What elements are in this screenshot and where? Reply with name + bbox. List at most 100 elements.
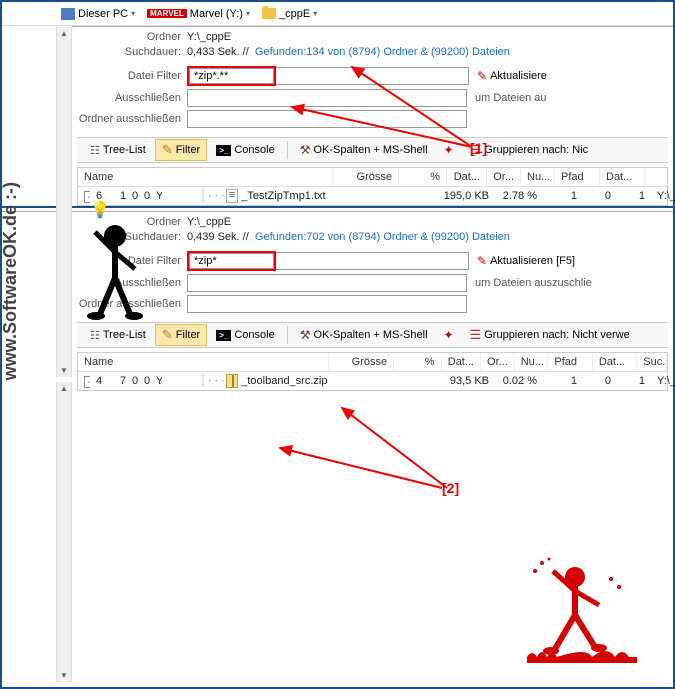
toolbar-1: ☷Tree-List ✎Filter >_Console ⚒OK-Spalten… (77, 137, 668, 163)
gruppieren-button[interactable]: ☰Gruppieren nach: Nicht verwe (463, 324, 637, 346)
col-pfad[interactable]: Pfad (555, 168, 600, 186)
scroll-down-icon[interactable]: ▼ (58, 364, 70, 377)
filter-highlight (187, 66, 276, 86)
scrollbar-vertical[interactable]: ▲ ▼ (56, 27, 72, 377)
ordner-value: Y:\_cppE (187, 31, 231, 43)
col-size[interactable]: Grösse (329, 353, 394, 371)
filter-input-rest[interactable] (276, 67, 469, 85)
gefunden-link[interactable]: Gefunden:134 von (8794) Ordner & (99200)… (255, 46, 510, 58)
gruppieren-button[interactable]: ☰Gruppieren nach: Nic (463, 139, 596, 161)
col-dat[interactable]: Dat... (442, 353, 482, 371)
group-icon: ☰ (470, 142, 482, 158)
toolbar-2: ☷Tree-List ✎Filter >_Console ⚒OK-Spalten… (77, 322, 668, 348)
filter-input[interactable] (189, 68, 274, 84)
side-text: um Dateien auszuschlie (475, 277, 592, 289)
treelist-button[interactable]: ☷Tree-List (83, 326, 153, 345)
txt-file-icon (226, 189, 238, 203)
filter-highlight (187, 251, 276, 271)
scroll-up-icon[interactable]: ▲ (58, 27, 70, 40)
table-row-root[interactable]: − Y:\_cppE\ 489,0 MB702 00Y:\_c...Find..… (78, 372, 667, 390)
file-table-1: Name Grösse % Dat... Or... Nu... Pfad Da… (77, 167, 668, 206)
table-row[interactable]: ┊···_toolband_src.zip 93,5 KB0.02 %1 01Y… (174, 372, 675, 390)
tree-icon: ☷ (90, 329, 100, 342)
col-nu[interactable]: Nu... (521, 168, 555, 186)
console-icon: >_ (216, 145, 231, 156)
gear-icon: ✦ (444, 143, 454, 157)
settings-button[interactable]: ✦ (437, 140, 461, 160)
file-table-2: Name Grösse % Dat... Or... Nu... Pfad Da… (77, 352, 668, 391)
col-name[interactable]: Name (78, 168, 333, 186)
suchdauer-value: 0,439 Sek. // (187, 231, 249, 243)
refresh-button[interactable]: ✎Aktualisiere (477, 69, 547, 83)
filter-button[interactable]: ✎Filter (155, 324, 207, 346)
filter-input-rest[interactable] (276, 252, 469, 270)
filter-input[interactable] (189, 253, 274, 269)
filter-button[interactable]: ✎Filter (155, 139, 207, 161)
annotation-2: [2] (442, 480, 459, 496)
gefunden-link[interactable]: Gefunden:702 von (8794) Ordner & (99200)… (255, 231, 510, 243)
col-pfad[interactable]: Pfad (548, 353, 592, 371)
ordner-aus-label: Ordner ausschließen (72, 113, 187, 125)
pane-1: OrdnerY:\_cppE Suchdauer:0,433 Sek. // G… (72, 26, 673, 206)
col-nu[interactable]: Nu... (515, 353, 549, 371)
exclude-input[interactable] (187, 89, 467, 107)
console-button[interactable]: >_Console (209, 326, 281, 344)
folder-exclude-input[interactable] (187, 110, 467, 128)
search-icon: ✎ (162, 142, 173, 158)
suchdauer-label: Suchdauer: (72, 46, 187, 58)
group-icon: ☰ (470, 327, 482, 343)
col-pct[interactable]: % (394, 353, 441, 371)
breadcrumb-folder[interactable]: _cppE▾ (258, 7, 321, 21)
stick-figure-red (527, 557, 637, 681)
refresh-icon: ✎ (477, 69, 487, 83)
exclude-input[interactable] (187, 274, 467, 292)
console-icon: >_ (216, 330, 231, 341)
treelist-button[interactable]: ☷Tree-List (83, 141, 153, 160)
hammer-icon: ⚒ (300, 328, 311, 342)
col-dat[interactable]: Dat... (447, 168, 487, 186)
col-dat2[interactable]: Dat... (600, 168, 645, 186)
col-or[interactable]: Or... (481, 353, 515, 371)
okspalten-button[interactable]: ⚒OK-Spalten + MS-Shell (293, 325, 435, 345)
col-size[interactable]: Grösse (333, 168, 399, 186)
ordner-label: Ordner (72, 31, 187, 43)
settings-button[interactable]: ✦ (437, 325, 461, 345)
side-text: um Dateien au (475, 92, 547, 104)
table-row-root[interactable]: − Y:\_cppE\ 6,9 MB134 00Y:\_c... ┊···_Te… (78, 187, 667, 205)
refresh-button[interactable]: ✎Aktualisieren [F5] (477, 254, 575, 268)
scrollbar-vertical-2[interactable]: ▲ ▼ (56, 382, 72, 682)
tree-icon: ☷ (90, 144, 100, 157)
col-pct[interactable]: % (399, 168, 447, 186)
ausschliessen-label: Ausschließen (72, 277, 187, 289)
suchdauer-value: 0,433 Sek. // (187, 46, 249, 58)
table-header: Name Grösse % Dat... Or... Nu... Pfad Da… (78, 168, 667, 187)
breadcrumb-drive[interactable]: MARVELMarvel (Y:)▾ (143, 7, 254, 21)
okspalten-button[interactable]: ⚒OK-Spalten + MS-Shell (293, 140, 435, 160)
pc-icon (61, 8, 75, 20)
table-row[interactable]: ┊···_TestZipTmp1.txt 195,0 KB2.78 %1 01Y… (174, 187, 675, 205)
scroll-up-icon[interactable]: ▲ (58, 382, 70, 395)
col-name[interactable]: Name (78, 353, 329, 371)
table-header: Name Grösse % Dat... Or... Nu... Pfad Da… (78, 353, 667, 372)
search-icon: ✎ (162, 327, 173, 343)
filter-label: Datei Filter (72, 255, 187, 267)
refresh-icon: ✎ (477, 254, 487, 268)
breadcrumb-pc[interactable]: Dieser PC▾ (57, 7, 139, 21)
console-button[interactable]: >_Console (209, 141, 281, 159)
ausschliessen-label: Ausschließen (72, 92, 187, 104)
folder-exclude-input[interactable] (187, 295, 467, 313)
marvel-badge: MARVEL (147, 9, 187, 18)
gear-icon: ✦ (444, 328, 454, 342)
pane-2: OrdnerY:\_cppE Suchdauer:0,439 Sek. // G… (72, 212, 673, 391)
watermark-text: www.SoftwareOK.de :-) (0, 182, 21, 380)
scroll-down-icon[interactable]: ▼ (58, 669, 70, 682)
col-dat2[interactable]: Dat... (593, 353, 637, 371)
suchdauer-label: Suchdauer: (72, 231, 187, 243)
arrow-2b (272, 440, 452, 495)
ordner-aus-label: Ordner ausschließen (72, 298, 187, 310)
col-or[interactable]: Or... (487, 168, 521, 186)
col-suc[interactable]: Suc... (637, 353, 667, 371)
folder-icon (262, 8, 276, 19)
hammer-icon: ⚒ (300, 143, 311, 157)
filter-label: Datei Filter (72, 70, 187, 82)
